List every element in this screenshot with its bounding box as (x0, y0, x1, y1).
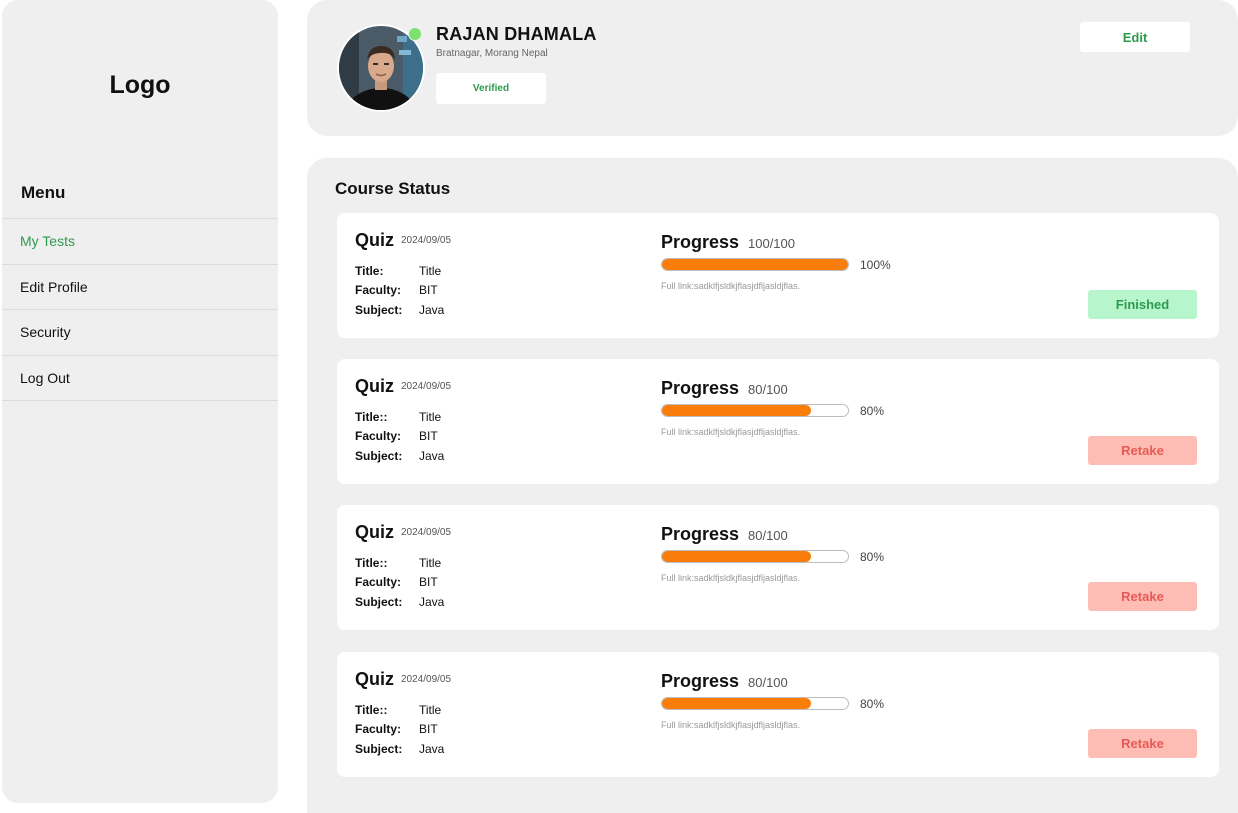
course-card: Quiz 2024/09/05 Title:: Title Faculty: B… (337, 359, 1219, 484)
subject-value: Java (419, 595, 445, 609)
progress-label: Progress (661, 378, 740, 398)
subject-value: Java (419, 449, 445, 463)
course-card: Quiz 2024/09/05 Title:: Title Faculty: B… (337, 505, 1219, 630)
quiz-date: 2024/09/05 (401, 235, 452, 246)
logo: Logo (109, 71, 171, 99)
faculty-key: Faculty: (355, 722, 402, 736)
faculty-value: BIT (419, 429, 438, 443)
subject-key: Subject: (355, 742, 403, 756)
faculty-value: BIT (419, 283, 438, 297)
sidebar-item-log-out[interactable]: Log Out (2, 356, 278, 401)
progress-fill (662, 698, 811, 709)
verified-badge: Verified (436, 73, 546, 104)
sidebar-item-security[interactable]: Security (2, 310, 278, 356)
subject-value: Java (419, 742, 445, 756)
avatar-wrapper (337, 24, 425, 112)
retake-button[interactable]: Retake (1088, 729, 1197, 758)
full-link[interactable]: Full link:sadklfjsldkjflasjdfljasldjflas… (661, 427, 800, 437)
sidebar-item-my-tests[interactable]: My Tests (2, 219, 278, 265)
progress-label: Progress (661, 232, 740, 252)
subject-value: Java (419, 303, 445, 317)
quiz-label: Quiz (355, 376, 394, 396)
progress-bar (661, 404, 849, 417)
title-value: Title (419, 264, 442, 278)
sidebar-item-edit-profile[interactable]: Edit Profile (2, 265, 278, 310)
course-card: Quiz 2024/09/05 Title:: Title Faculty: B… (337, 652, 1219, 777)
user-name: RAJAN DHAMALA (436, 24, 597, 44)
full-link[interactable]: Full link:sadklfjsldkjflasjdfljasldjflas… (661, 281, 800, 291)
edit-profile-button[interactable]: Edit (1080, 22, 1190, 52)
title-value: Title (419, 703, 442, 717)
quiz-date: 2024/09/05 (401, 527, 452, 538)
progress-bar (661, 697, 849, 710)
faculty-key: Faculty: (355, 283, 402, 297)
faculty-value: BIT (419, 575, 438, 589)
title-key: Title:: (355, 703, 388, 717)
faculty-value: BIT (419, 722, 438, 736)
progress-label: Progress (661, 671, 740, 691)
progress-fill (662, 259, 848, 270)
title-key: Title: (355, 264, 384, 278)
course-status-panel: Course Status Quiz 2024/09/05 Title: Tit… (307, 158, 1238, 813)
quiz-date: 2024/09/05 (401, 674, 452, 685)
title-key: Title:: (355, 556, 388, 570)
online-status-icon (408, 27, 422, 41)
progress-score: 80/100 (748, 528, 788, 543)
progress-label: Progress (661, 524, 740, 544)
progress-fill (662, 551, 811, 562)
progress-percent: 80% (860, 550, 885, 564)
quiz-date: 2024/09/05 (401, 381, 452, 392)
progress-bar (661, 550, 849, 563)
progress-percent: 80% (860, 697, 885, 711)
subject-key: Subject: (355, 595, 403, 609)
quiz-label: Quiz (355, 669, 394, 689)
faculty-key: Faculty: (355, 575, 402, 589)
finished-button[interactable]: Finished (1088, 290, 1197, 319)
progress-fill (662, 405, 811, 416)
retake-button[interactable]: Retake (1088, 582, 1197, 611)
course-card: Quiz 2024/09/05 Title: Title Faculty: BI… (337, 213, 1219, 338)
progress-score: 100/100 (748, 236, 795, 251)
quiz-label: Quiz (355, 522, 394, 542)
retake-button[interactable]: Retake (1088, 436, 1197, 465)
progress-percent: 80% (860, 404, 885, 418)
sidebar: Logo Menu My Tests Edit Profile Security… (2, 0, 278, 803)
full-link[interactable]: Full link:sadklfjsldkjflasjdfljasldjflas… (661, 720, 800, 730)
progress-bar (661, 258, 849, 271)
faculty-key: Faculty: (355, 429, 402, 443)
title-key: Title:: (355, 410, 388, 424)
title-value: Title (419, 410, 442, 424)
course-status-title: Course Status (335, 179, 451, 198)
subject-key: Subject: (355, 449, 403, 463)
full-link[interactable]: Full link:sadklfjsldkjflasjdfljasldjflas… (661, 573, 800, 583)
profile-card: RAJAN DHAMALA Bratnagar, Morang Nepal Ve… (307, 0, 1238, 136)
title-value: Title (419, 556, 442, 570)
menu-list: My Tests Edit Profile Security Log Out (2, 218, 278, 401)
progress-score: 80/100 (748, 675, 788, 690)
user-location: Bratnagar, Morang Nepal (436, 48, 548, 59)
menu-title: Menu (21, 183, 66, 202)
subject-key: Subject: (355, 303, 403, 317)
quiz-label: Quiz (355, 230, 394, 250)
progress-score: 80/100 (748, 382, 788, 397)
progress-percent: 100% (860, 258, 891, 272)
